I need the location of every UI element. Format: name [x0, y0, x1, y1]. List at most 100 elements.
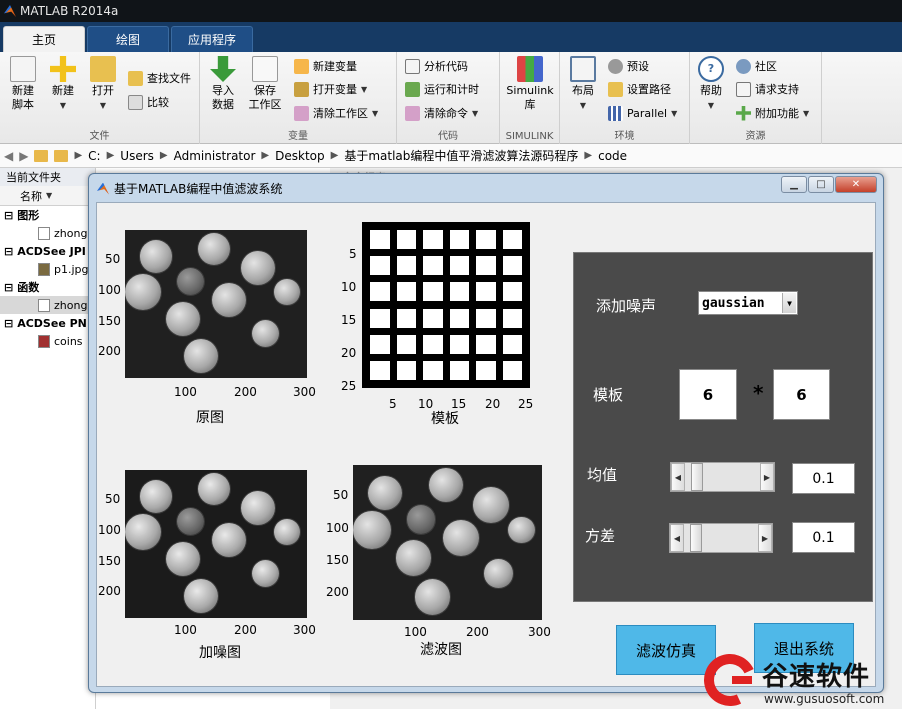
variance-label: 方差 — [585, 527, 616, 545]
tab-plots[interactable]: 绘图 — [87, 26, 169, 52]
clear-commands-button[interactable]: 清除命令 ▼ — [405, 103, 478, 123]
coin-shape — [139, 240, 173, 273]
column-header-name[interactable]: 名称 ▼ — [0, 186, 95, 206]
template-cell — [502, 334, 522, 354]
coin-shape — [198, 473, 231, 506]
tick-label: 20 — [485, 397, 501, 411]
noise-type-select[interactable]: gaussian ▼ — [698, 291, 798, 315]
layout-button[interactable]: 布局 ▼ — [562, 56, 604, 113]
list-item[interactable]: coins — [0, 332, 95, 350]
breadcrumb-administrator[interactable]: Administrator — [174, 149, 256, 163]
clear-workspace-button[interactable]: 清除工作区 ▼ — [294, 103, 378, 123]
filter-simulate-button[interactable]: 滤波仿真 — [616, 625, 716, 675]
coin-shape — [240, 491, 275, 526]
help-button[interactable]: ? 帮助 ▼ — [690, 56, 732, 113]
browse-folder-icon[interactable] — [54, 149, 69, 162]
import-data-button[interactable]: 导入 数据 — [202, 56, 244, 112]
template-rows-input[interactable]: 6 — [679, 369, 737, 420]
tree-group[interactable]: ⊟ ACDSee PN — [0, 314, 95, 332]
template-cell — [449, 360, 469, 380]
chevron-down-icon: ▼ — [579, 101, 587, 110]
group-caption: 环境 — [614, 131, 635, 142]
template-cell — [423, 360, 443, 380]
parallel-button[interactable]: Parallel ▼ — [608, 103, 677, 123]
tree-group[interactable]: ⊟ 函数 — [0, 278, 95, 296]
chevron-down-icon: ▼ — [707, 101, 715, 110]
slider-right-arrow-icon[interactable]: ▶ — [758, 524, 772, 552]
forward-arrow-icon[interactable]: ▶ — [19, 149, 28, 163]
tree-group[interactable]: ⊟ 图形 — [0, 206, 95, 224]
dialog-titlebar: 基于MATLAB编程中值滤波系统 — [97, 180, 282, 197]
set-path-button[interactable]: 设置路径 — [608, 79, 671, 99]
slider-right-arrow-icon[interactable]: ▶ — [760, 463, 774, 491]
community-button[interactable]: 社区 — [736, 56, 777, 76]
minimize-button[interactable]: ▁ — [781, 176, 807, 193]
window-controls: ▁ □ ✕ — [781, 176, 877, 193]
caption-template: 模板 — [431, 411, 459, 427]
simulink-library-button[interactable]: Simulink 库 — [504, 56, 556, 112]
png-file-icon — [38, 334, 50, 348]
breadcrumb-project[interactable]: 基于matlab编程中值平滑滤波算法源码程序 — [344, 147, 578, 164]
coin-shape — [251, 319, 279, 348]
breadcrumb-code[interactable]: code — [598, 149, 627, 163]
up-folder-icon[interactable] — [34, 149, 49, 162]
group-environment: 布局 ▼ 预设 设置路径 Parallel ▼ 环境 — [560, 52, 690, 144]
filtered-image — [353, 465, 542, 620]
list-item[interactable]: p1.jpg — [0, 260, 95, 278]
slider-thumb[interactable] — [690, 524, 703, 552]
gear-icon — [608, 58, 623, 74]
new-script-button[interactable]: 新建 脚本 — [2, 56, 44, 112]
brand-logo-bar — [732, 676, 752, 684]
request-support-button[interactable]: 请求支持 — [736, 79, 799, 99]
tick-label: 50 — [333, 488, 349, 502]
tick-label: 20 — [341, 346, 357, 360]
breadcrumb-c[interactable]: C: — [88, 149, 100, 163]
template-cell — [396, 230, 416, 250]
analyze-code-icon — [405, 58, 420, 74]
slider-left-arrow-icon[interactable]: ◀ — [670, 524, 684, 552]
template-cols-input[interactable]: 6 — [773, 369, 830, 420]
tree-group[interactable]: ⊟ ACDSee JPI — [0, 242, 95, 260]
preferences-button[interactable]: 预设 — [608, 56, 649, 76]
open-variable-button[interactable]: 打开变量 ▼ — [294, 79, 367, 99]
maximize-button[interactable]: □ — [808, 176, 834, 193]
tick-label: 25 — [341, 379, 357, 393]
tick-label: 100 — [404, 625, 427, 639]
coin-shape — [139, 480, 173, 513]
addons-button[interactable]: 附加功能 ▼ — [736, 103, 809, 123]
tab-home[interactable]: 主页 — [3, 26, 85, 52]
import-arrow-icon — [210, 56, 236, 82]
breadcrumb-users[interactable]: Users — [120, 149, 154, 163]
list-item[interactable]: zhong — [0, 296, 95, 314]
back-arrow-icon[interactable]: ◀ — [4, 149, 13, 163]
template-cell — [476, 334, 496, 354]
run-and-time-button[interactable]: 运行和计时 — [405, 79, 479, 99]
open-folder-icon — [90, 56, 116, 82]
help-icon: ? — [698, 56, 724, 82]
slider-left-arrow-icon[interactable]: ◀ — [671, 463, 685, 491]
close-button[interactable]: ✕ — [835, 176, 877, 193]
variance-value-input[interactable]: 0.1 — [792, 522, 855, 553]
template-cell — [396, 308, 416, 328]
list-item[interactable]: zhong — [0, 224, 95, 242]
mean-slider[interactable]: ◀ ▶ — [670, 462, 775, 492]
template-cell — [476, 360, 496, 380]
compare-icon — [128, 94, 143, 110]
tab-apps[interactable]: 应用程序 — [171, 26, 254, 52]
new-variable-button[interactable]: 新建变量 — [294, 56, 357, 76]
analyze-code-button[interactable]: 分析代码 — [405, 56, 468, 76]
sort-down-icon: ▼ — [46, 191, 53, 200]
save-workspace-icon — [252, 56, 278, 82]
mean-value-input[interactable]: 0.1 — [792, 463, 855, 494]
save-workspace-button[interactable]: 保存 工作区 — [244, 56, 286, 112]
new-button[interactable]: 新建 ▼ — [42, 56, 84, 113]
slider-thumb[interactable] — [691, 463, 704, 491]
new-variable-icon — [294, 58, 309, 74]
open-button[interactable]: 打开 ▼ — [82, 56, 124, 113]
breadcrumb-desktop[interactable]: Desktop — [275, 149, 325, 163]
find-files-button[interactable]: 查找文件 — [128, 68, 191, 88]
template-label: 模板 — [593, 386, 624, 404]
chevron-down-icon: ▼ — [803, 108, 810, 118]
compare-button[interactable]: 比较 — [128, 92, 169, 112]
variance-slider[interactable]: ◀ ▶ — [669, 523, 773, 553]
